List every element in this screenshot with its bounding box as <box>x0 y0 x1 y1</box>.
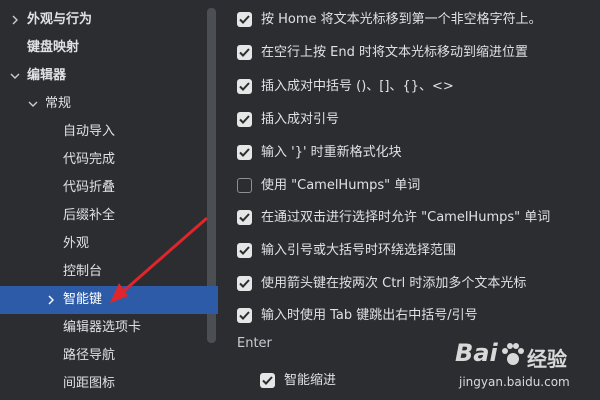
tree-item-keymap[interactable]: 键盘映射 <box>0 34 218 62</box>
tree-item-label: 外观 <box>63 236 90 251</box>
tree-item-general[interactable]: 常规 <box>0 90 218 118</box>
option-label: 输入时使用 Tab 键跳出右中括号/引号 <box>261 308 478 323</box>
tree-item-smart-keys[interactable]: 智能键 <box>0 286 218 314</box>
option-label: 智能缩进 <box>284 373 337 388</box>
checkbox-checked[interactable] <box>237 276 252 291</box>
chevron-right-icon[interactable] <box>10 15 20 25</box>
tree-item-code-folding[interactable]: 代码折叠 <box>0 174 218 202</box>
section-title-enter: Enter <box>237 336 272 351</box>
tree-item-label: 控制台 <box>63 264 103 279</box>
tree-item-appearance-behavior[interactable]: 外观与行为 <box>0 6 218 34</box>
checkbox-checked[interactable] <box>237 112 252 127</box>
checkbox-checked[interactable] <box>260 373 275 388</box>
checkbox-checked[interactable] <box>237 79 252 94</box>
tree-item-label: 智能键 <box>63 292 103 307</box>
option-label: 使用箭头键在按两次 Ctrl 时添加多个文本光标 <box>261 276 527 291</box>
checkbox-checked[interactable] <box>237 145 252 160</box>
tree-item-editor-tabs[interactable]: 编辑器选项卡 <box>0 314 218 342</box>
baidu-jingyan-watermark: Bai 经验 jingyan.baidu.com <box>455 337 595 399</box>
tree-item-label: 编辑器选项卡 <box>63 320 142 335</box>
tree-item-console[interactable]: 控制台 <box>0 258 218 286</box>
checkbox-checked[interactable] <box>237 12 252 27</box>
tree-item-appearance[interactable]: 外观 <box>0 230 218 258</box>
tree-item-code-completion[interactable]: 代码完成 <box>0 146 218 174</box>
tree-item-label: 外观与行为 <box>27 12 93 27</box>
option-label: 插入成对引号 <box>261 112 340 127</box>
checkbox-checked[interactable] <box>237 308 252 323</box>
checkbox-checked[interactable] <box>237 45 252 60</box>
checkbox-unchecked[interactable] <box>237 178 252 193</box>
option-label: 使用 "CamelHumps" 单词 <box>261 178 421 193</box>
tree-item-editor[interactable]: 编辑器 <box>0 62 218 90</box>
tree-item-label: 编辑器 <box>27 68 67 83</box>
watermark-logo: Bai <box>455 339 498 367</box>
option-label: 输入引号或大括号时环绕选择范围 <box>261 243 457 258</box>
chevron-down-icon[interactable] <box>10 71 20 81</box>
tree-item-postfix-completion[interactable]: 后缀补全 <box>0 202 218 230</box>
settings-sidebar: 外观与行为 键盘映射 编辑器 常规 自动导入 代码完成 代码折叠 后缀补全 外观… <box>0 0 218 400</box>
checkbox-checked[interactable] <box>237 243 252 258</box>
watermark-title: 经验 <box>527 347 567 371</box>
tree-item-gutter-icons[interactable]: 间距图标 <box>0 370 218 398</box>
checkbox-checked[interactable] <box>237 210 252 225</box>
chevron-down-icon[interactable] <box>28 99 38 109</box>
tree-item-label: 常规 <box>45 96 72 111</box>
tree-item-label: 路径导航 <box>63 348 116 363</box>
tree-item-label: 自动导入 <box>63 124 116 139</box>
option-label: 插入成对中括号 ()、[]、{}、<> <box>261 79 454 94</box>
tree-item-breadcrumbs[interactable]: 路径导航 <box>0 342 218 370</box>
tree-item-label: 间距图标 <box>63 376 116 391</box>
option-label: 在通过双击进行选择时允许 "CamelHumps" 单词 <box>261 210 551 225</box>
tree-item-label: 代码折叠 <box>63 180 116 195</box>
tree-item-auto-import[interactable]: 自动导入 <box>0 118 218 146</box>
paw-icon <box>502 343 524 365</box>
tree-item-label: 键盘映射 <box>27 40 80 55</box>
chevron-right-icon[interactable] <box>46 295 56 305</box>
option-label: 输入 '}' 时重新格式化块 <box>261 145 402 160</box>
tree-item-label: 后缀补全 <box>63 208 116 223</box>
option-label: 按 Home 将文本光标移到第一个非空格字符上。 <box>261 12 542 27</box>
watermark-url: jingyan.baidu.com <box>459 375 570 389</box>
tree-item-label: 代码完成 <box>63 152 116 167</box>
option-label: 在空行上按 End 时将文本光标移动到缩进位置 <box>261 45 528 60</box>
